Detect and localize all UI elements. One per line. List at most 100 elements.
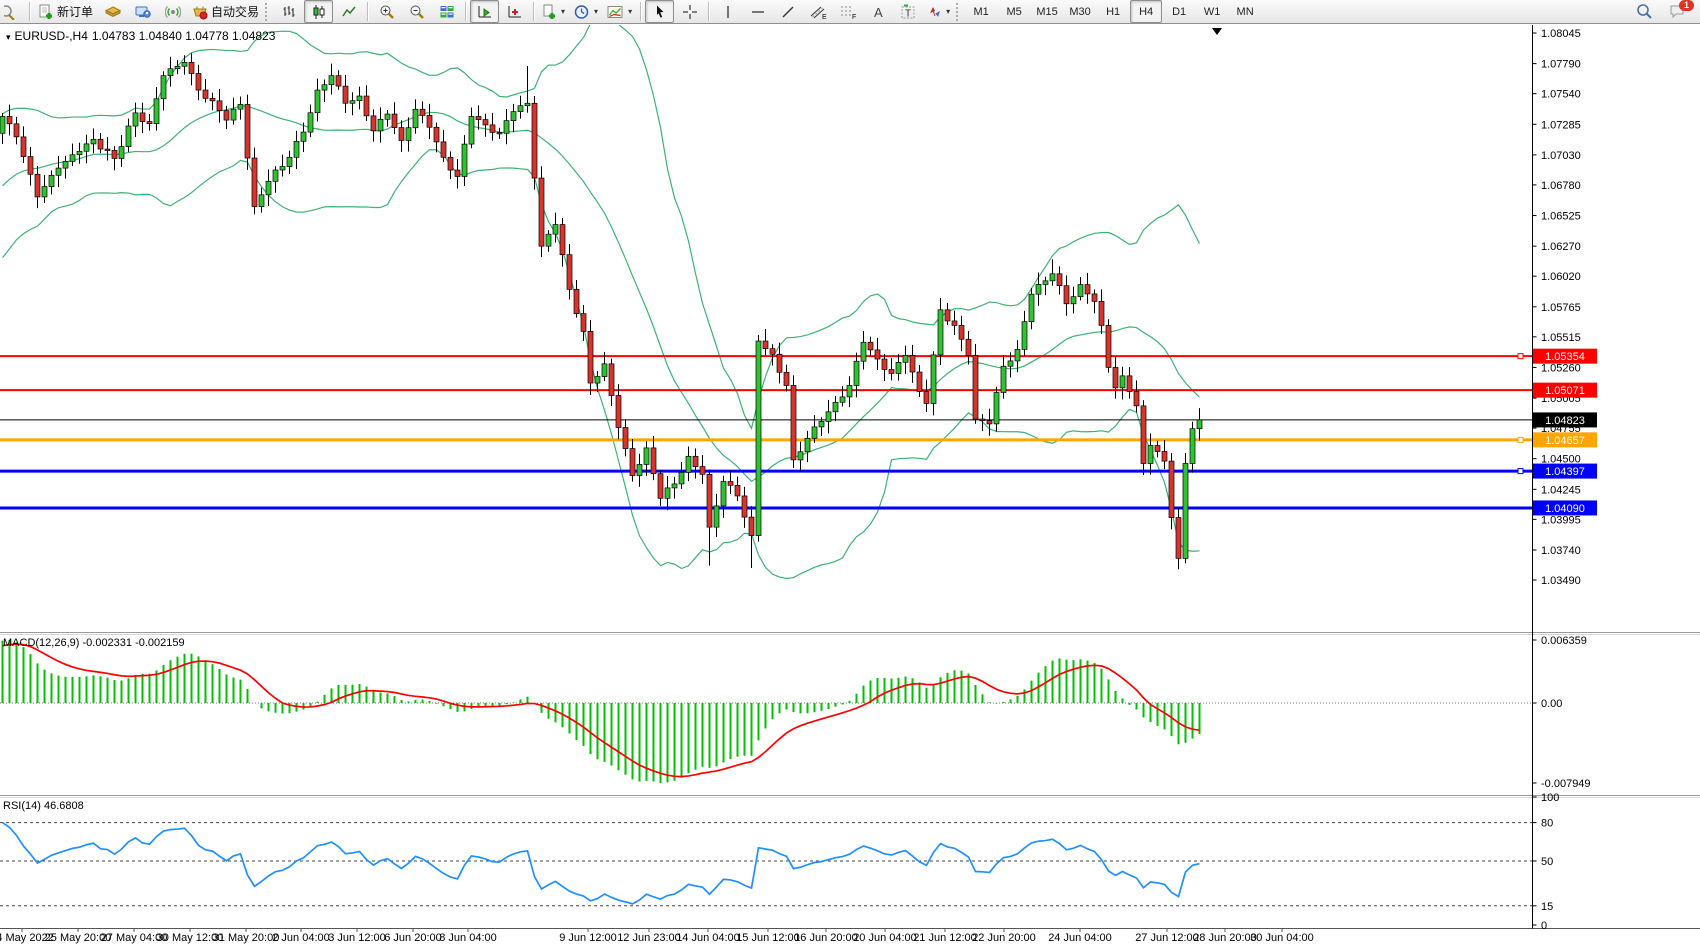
vertical-line-button[interactable] [713, 0, 742, 23]
horizontal-line-button[interactable] [743, 0, 772, 23]
chart-canvas[interactable]: 1.080451.077901.075401.072851.070301.067… [0, 24, 1700, 946]
search-button[interactable] [1630, 0, 1659, 23]
new-chart-button[interactable]: ▾ [538, 0, 569, 23]
svg-text:1.04397: 1.04397 [1545, 466, 1585, 478]
equidistant-channel-button[interactable]: E [803, 0, 832, 23]
trendline-button[interactable] [773, 0, 802, 23]
timeframe-w1[interactable]: W1 [1196, 0, 1228, 23]
timeframe-m30[interactable]: M30 [1064, 0, 1096, 23]
macd-name: MACD(12,26,9) [3, 637, 79, 649]
rsi-name: RSI(14) [3, 800, 41, 812]
time-tick: 8 Jun 04:00 [439, 932, 497, 944]
price-tick: 1.06270 [1541, 241, 1581, 253]
rsi-tick: 0 [1541, 920, 1547, 932]
timeframe-h4[interactable]: H4 [1130, 0, 1162, 23]
chart-window: ▾EURUSD-,H41.04783 1.04840 1.04778 1.048… [0, 24, 1700, 946]
dropdown-arrow-icon: ▾ [561, 7, 565, 16]
toolbar-drag-handle [265, 3, 270, 21]
svg-text:1.04823: 1.04823 [1545, 415, 1585, 427]
bar-chart-button[interactable] [274, 0, 303, 23]
dropdown-arrow-icon: ▾ [946, 7, 950, 16]
timeframe-m5[interactable]: M5 [998, 0, 1030, 23]
rsi-tick: 100 [1541, 792, 1559, 804]
chart-shift-button[interactable] [500, 0, 529, 23]
price-tick: 1.05765 [1541, 302, 1581, 314]
autotrading-icon [192, 4, 208, 20]
time-tick: 15 Jun 12:00 [736, 932, 800, 944]
text-button[interactable]: A [863, 0, 892, 23]
time-tick: 12 Jun 23:00 [617, 932, 681, 944]
time-tick: 22 Jun 20:00 [972, 932, 1036, 944]
macd-tick: 0.006359 [1541, 635, 1587, 647]
svg-text:1.04090: 1.04090 [1545, 503, 1585, 515]
fibonacci-button[interactable]: F [833, 0, 862, 23]
zoom-in-icon [379, 4, 395, 20]
price-tick: 1.03740 [1541, 545, 1581, 557]
autotrading-button[interactable]: 自动交易 [188, 0, 263, 23]
zoom-in-button[interactable] [372, 0, 401, 23]
crosshair-icon [682, 4, 698, 20]
gold-book-icon [105, 4, 121, 20]
zoom-out-button[interactable] [402, 0, 431, 23]
price-tick: 1.05515 [1541, 332, 1581, 344]
toolbar-drag-handle [956, 3, 961, 21]
tile-windows-icon [439, 4, 455, 20]
fibonacci-icon: F [839, 4, 857, 20]
timeframe-group: M1M5M15M30H1H4D1W1MN [965, 0, 1261, 23]
price-tick: 1.05260 [1541, 362, 1581, 374]
toolbar-separator [708, 2, 709, 21]
autotrading-label: 自动交易 [211, 3, 259, 20]
chart-title: ▾EURUSD-,H41.04783 1.04840 1.04778 1.048… [6, 29, 279, 43]
price-tick: 1.07790 [1541, 59, 1581, 71]
auto-scroll-button[interactable] [470, 0, 499, 23]
horizontal-line-icon [750, 4, 766, 20]
market-watch-button[interactable] [98, 0, 127, 23]
time-tick: 24 Jun 04:00 [1048, 932, 1112, 944]
toolbar-separator [533, 2, 534, 21]
chart-shift-icon [507, 4, 523, 20]
navigator-icon [135, 4, 151, 20]
line-chart-icon [341, 4, 357, 20]
svg-text:1.05071: 1.05071 [1545, 385, 1585, 397]
timeframe-m15[interactable]: M15 [1031, 0, 1063, 23]
new-order-button[interactable]: 新订单 [34, 0, 97, 23]
periods-button[interactable]: ▾ [570, 0, 602, 23]
time-tick: 28 Jun 20:00 [1193, 932, 1257, 944]
macd-tick: 0.00 [1541, 698, 1562, 710]
dropdown-arrow-icon: ▾ [594, 7, 598, 16]
navigator-button[interactable] [128, 0, 157, 23]
vertical-line-icon [721, 4, 735, 20]
svg-text:E: E [822, 14, 827, 20]
toolbar-separator [465, 2, 466, 21]
tile-windows-button[interactable] [432, 0, 461, 23]
timeframe-h1[interactable]: H1 [1097, 0, 1129, 23]
clock-icon [574, 4, 590, 20]
bar-chart-icon [281, 4, 297, 20]
signals-button[interactable] [158, 0, 187, 23]
timeframe-mn[interactable]: MN [1229, 0, 1261, 23]
candlestick-chart-icon [311, 4, 327, 20]
timeframe-d1[interactable]: D1 [1163, 0, 1195, 23]
timeframe-m1[interactable]: M1 [965, 0, 997, 23]
notifications-button[interactable]: 1 [1663, 0, 1692, 23]
candlestick-chart-button[interactable] [304, 0, 333, 23]
new-chart-icon [542, 4, 557, 20]
time-tick: 2 Jun 04:00 [272, 932, 330, 944]
templates-button[interactable]: ▾ [603, 0, 636, 23]
arrows-button[interactable]: ▾ [923, 0, 954, 23]
macd-tick: -0.007949 [1541, 778, 1591, 790]
rsi-label: RSI(14) 46.6808 [3, 800, 84, 812]
price-tick: 1.06525 [1541, 211, 1581, 223]
text-label-button[interactable]: T [893, 0, 922, 23]
rsi-tick: 15 [1541, 901, 1553, 913]
price-tick: 1.06020 [1541, 271, 1581, 283]
time-tick: 20 Jun 04:00 [853, 932, 917, 944]
chart-menu-icon[interactable]: ▾ [6, 32, 11, 42]
crosshair-button[interactable] [675, 0, 704, 23]
line-chart-button[interactable] [334, 0, 363, 23]
price-tick: 1.07540 [1541, 89, 1581, 101]
signal-icon [165, 4, 181, 20]
cursor-button[interactable] [645, 0, 674, 23]
svg-text:T: T [905, 8, 911, 19]
rsi-tick: 80 [1541, 818, 1553, 830]
